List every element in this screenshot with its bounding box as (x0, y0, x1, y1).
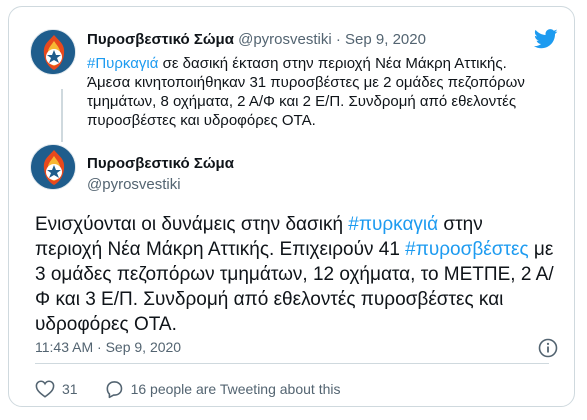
parent-separator: · (335, 31, 341, 48)
conversation-text[interactable]: 16 people are Tweeting about this (131, 381, 341, 397)
parent-date[interactable]: Sep 9, 2020 (345, 31, 426, 48)
parent-text-line1: σε δασική έκταση στην περιοχή Νέα Μάκρη … (158, 55, 507, 72)
parent-text-line2: Άμεσα κινητοποιήθηκαν 31 πυροσβέστες με … (87, 74, 525, 91)
embedded-tweet-card[interactable]: Πυροσβεστικό Σώμα @pyrosvestiki · Sep 9,… (8, 6, 575, 407)
timestamp-separator: · (97, 339, 102, 355)
divider (35, 363, 549, 364)
main-hashtag-fire[interactable]: #πυρκαγιά (348, 214, 438, 235)
parent-text-line4: πυροσβέστες και υδροφόρες ΟΤΑ. (87, 112, 316, 129)
twitter-bird-icon[interactable] (533, 29, 558, 54)
main-tweet-text: Ενισχύονται οι δυνάμεις στην δασική #πυρ… (35, 212, 555, 337)
main-handle[interactable]: @pyrosvestiki (87, 176, 181, 193)
main-hashtag-firefighters[interactable]: #πυροσβέστες (405, 239, 528, 260)
tweet-date[interactable]: Sep 9, 2020 (106, 339, 182, 355)
fire-service-emblem-icon (31, 30, 75, 74)
like-count[interactable]: 31 (62, 381, 78, 397)
main-text-part1: Ενισχύονται οι δυνάμεις στην δασική (35, 214, 349, 235)
like-action[interactable]: 31 (35, 380, 78, 398)
parent-avatar[interactable] (30, 29, 76, 75)
heart-icon[interactable] (35, 380, 55, 398)
main-avatar[interactable] (30, 144, 76, 190)
parent-display-name[interactable]: Πυροσβεστικό Σώμα (87, 31, 234, 48)
thread-connector-line (61, 89, 63, 142)
speech-bubble-icon[interactable] (104, 379, 124, 399)
info-icon[interactable] (538, 338, 558, 363)
conversation-action[interactable]: 16 people are Tweeting about this (104, 379, 341, 399)
parent-handle[interactable]: @pyrosvestiki (238, 31, 332, 48)
parent-tweet-text: #Πυρκαγιά σε δασική έκταση στην περιοχή … (87, 54, 557, 130)
parent-text-line3: τμημάτων, 8 οχήματα, 2 Α/Φ και 2 Ε/Π. Συ… (87, 93, 517, 110)
main-display-name[interactable]: Πυροσβεστικό Σώμα (87, 155, 234, 172)
fire-service-emblem-icon (31, 145, 75, 189)
tweet-timestamp[interactable]: 11:43 AM · Sep 9, 2020 (35, 339, 181, 355)
tweet-actions: 31 16 people are Tweeting about this (35, 379, 366, 399)
parent-tweet-header: Πυροσβεστικό Σώμα @pyrosvestiki · Sep 9,… (87, 31, 426, 48)
tweet-time[interactable]: 11:43 AM (35, 339, 93, 355)
parent-hashtag[interactable]: #Πυρκαγιά (87, 55, 158, 72)
